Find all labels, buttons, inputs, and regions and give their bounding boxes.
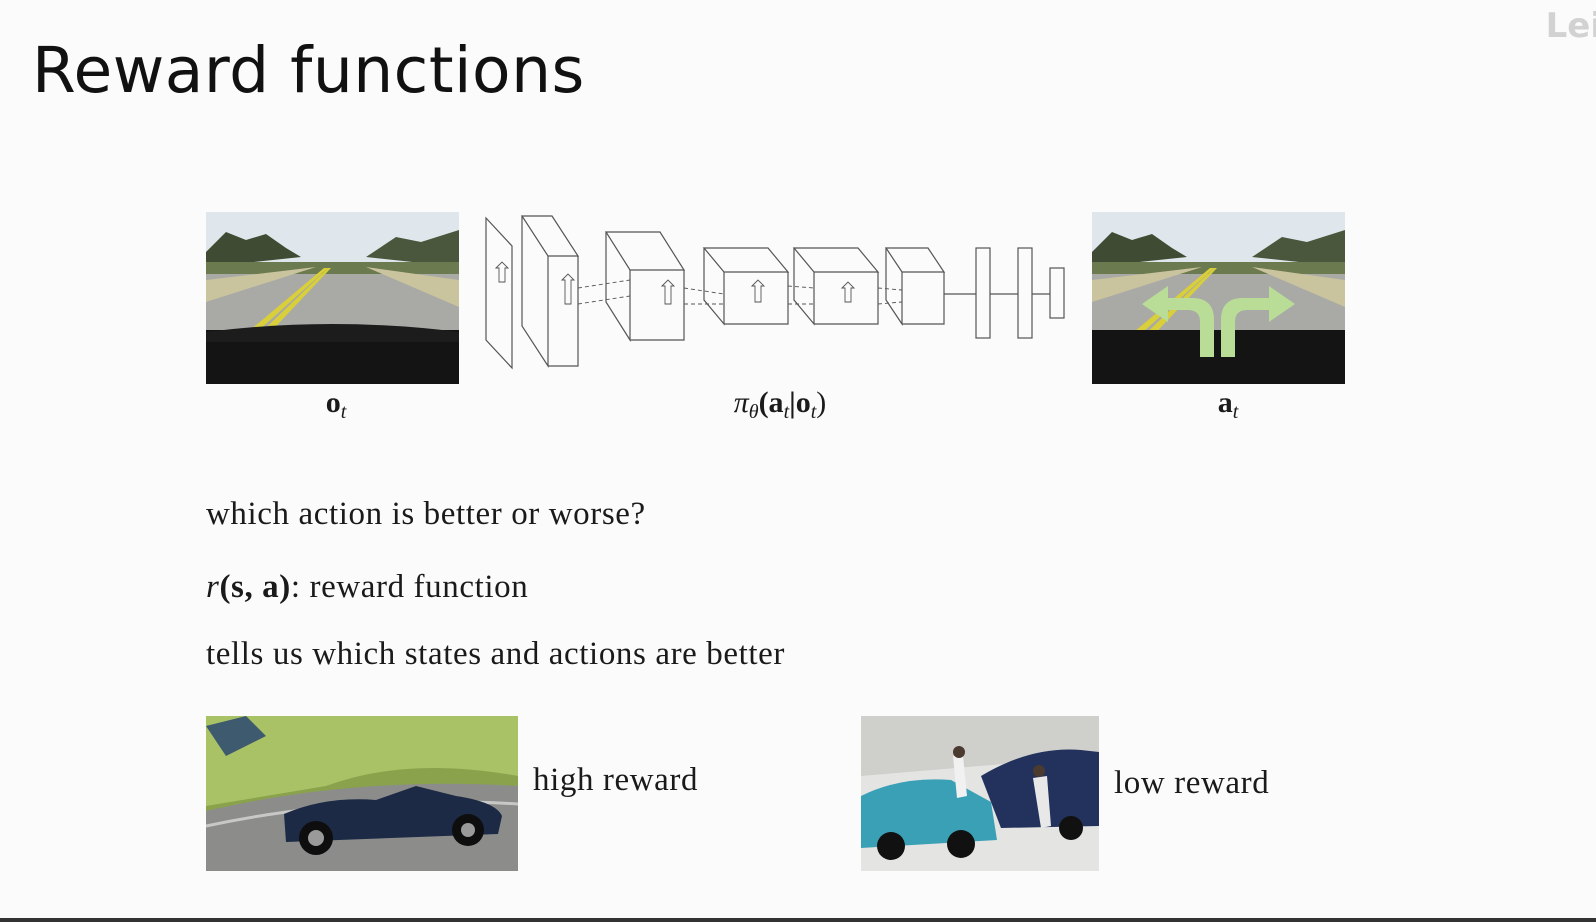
policy-label: πθ(at|ot)	[733, 386, 827, 423]
corner-mark: Lei	[1545, 6, 1596, 46]
observation-road-image	[206, 212, 459, 384]
question-text: which action is better or worse?	[206, 496, 646, 532]
slide-title: Reward functions	[32, 34, 585, 107]
low-reward-label: low reward	[1114, 765, 1270, 801]
reward-description: tells us which states and actions are be…	[206, 636, 785, 672]
high-reward-label: high reward	[533, 762, 699, 798]
action-road-image	[1092, 212, 1345, 384]
observation-label: ot	[325, 386, 347, 423]
high-reward-image	[206, 716, 518, 871]
reward-definition: r(s, a): reward function	[206, 569, 529, 605]
cnn-architecture-diagram	[482, 208, 1070, 378]
low-reward-image	[861, 716, 1099, 871]
bottom-divider	[0, 918, 1596, 922]
action-label: at	[1217, 386, 1239, 423]
